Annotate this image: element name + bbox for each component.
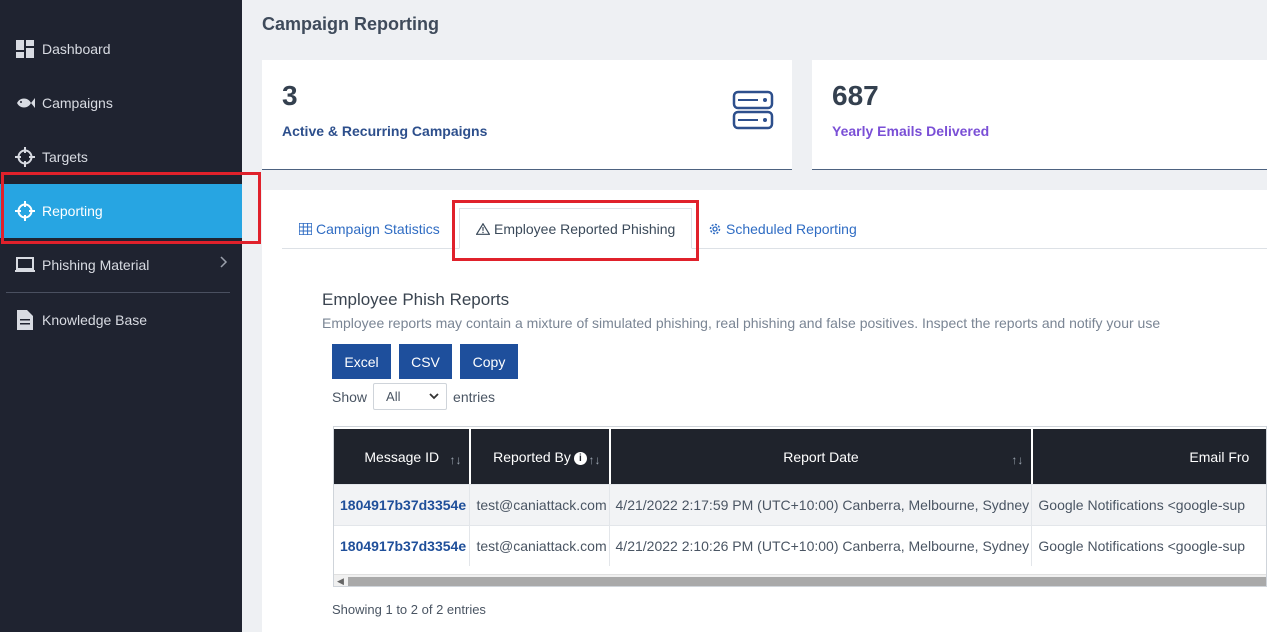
column-header-message-id[interactable]: Message ID ↑↓ (334, 427, 470, 484)
stat-value: 687 (832, 80, 879, 111)
section-title: Employee Phish Reports (322, 290, 510, 309)
email-from-cell: Google Notifications <google-sup (1031, 525, 1266, 566)
header-label: Email Fro (1189, 448, 1250, 465)
server-icon (732, 90, 774, 135)
table-row: 1804917b37d3354e test@caniattack.com 4/2… (334, 484, 1266, 525)
sidebar-item-reporting[interactable]: Reporting (0, 184, 242, 238)
entries-label: entries (453, 388, 496, 405)
header-label: Reported By (493, 448, 571, 465)
reporting-panel: Campaign Statistics Employee Reported Ph… (262, 190, 1267, 632)
sidebar-item-knowledge-base[interactable]: Knowledge Base (0, 293, 242, 347)
sidebar: Dashboard Campaigns Targets Reporting Ph… (0, 0, 242, 632)
csv-button[interactable]: CSV (399, 344, 452, 379)
section-description: Employee reports may contain a mixture o… (322, 315, 1161, 331)
tab-campaign-statistics[interactable]: Campaign Statistics (299, 208, 440, 249)
stat-label: Yearly Emails Delivered (832, 123, 990, 139)
table-info: Showing 1 to 2 of 2 entries (332, 602, 486, 617)
tab-label: Employee Reported Phishing (494, 220, 676, 237)
sidebar-item-label: Dashboard (42, 41, 111, 57)
sidebar-item-label: Targets (42, 149, 88, 165)
page-title: Campaign Reporting (262, 14, 440, 34)
scroll-left-arrow-icon[interactable]: ◀ (337, 576, 344, 586)
reported-by-cell: test@caniattack.com (469, 525, 609, 566)
header-label: Report Date (783, 448, 859, 465)
gear-icon (708, 222, 722, 236)
stat-card-campaigns: 3 Active & Recurring Campaigns (262, 60, 792, 170)
email-from-cell: Google Notifications <google-sup (1031, 484, 1266, 525)
sidebar-item-label: Campaigns (42, 95, 113, 111)
warning-icon (476, 222, 490, 235)
document-icon (14, 309, 36, 331)
report-date-cell: 4/21/2022 2:10:26 PM (UTC+10:00) Canberr… (608, 525, 1032, 566)
column-header-reported-by[interactable]: Reported By i ↑↓ (469, 427, 609, 484)
tab-bar: Campaign Statistics Employee Reported Ph… (282, 208, 1267, 249)
show-label: Show (332, 388, 368, 405)
sidebar-item-label: Reporting (42, 203, 103, 219)
copy-button[interactable]: Copy (460, 344, 518, 379)
sidebar-item-targets[interactable]: Targets (0, 130, 242, 184)
tab-scheduled-reporting[interactable]: Scheduled Reporting (708, 208, 857, 249)
laptop-icon (14, 254, 36, 276)
column-header-report-date[interactable]: Report Date ↑↓ (608, 427, 1032, 484)
table-icon (299, 222, 312, 235)
message-id-cell[interactable]: 1804917b37d3354e (334, 525, 470, 566)
crosshair-icon (14, 146, 36, 168)
message-id-cell[interactable]: 1804917b37d3354e (334, 484, 470, 525)
chevron-right-icon (220, 255, 228, 271)
excel-button[interactable]: Excel (332, 344, 391, 379)
fish-icon (14, 92, 36, 114)
show-entries: Show All entries (332, 383, 495, 410)
info-icon[interactable]: i (573, 451, 587, 465)
tab-label: Scheduled Reporting (726, 220, 857, 237)
crosshair-icon (14, 200, 36, 222)
sort-icon: ↑↓ (449, 453, 462, 467)
dashboard-icon (14, 38, 36, 60)
chevron-down-icon (428, 390, 440, 405)
table-row: 1804917b37d3354e test@caniattack.com 4/2… (334, 525, 1266, 566)
report-date-cell: 4/21/2022 2:17:59 PM (UTC+10:00) Canberr… (608, 484, 1032, 525)
scrollbar-thumb[interactable] (348, 577, 1266, 586)
sidebar-item-dashboard[interactable]: Dashboard (0, 22, 242, 76)
sidebar-item-campaigns[interactable]: Campaigns (0, 76, 242, 130)
sort-icon: ↑↓ (1011, 453, 1024, 467)
stat-label: Active & Recurring Campaigns (282, 123, 488, 139)
tab-label: Campaign Statistics (316, 220, 440, 237)
entries-select[interactable]: All (373, 383, 448, 410)
tab-employee-reported-phishing[interactable]: Employee Reported Phishing (459, 208, 693, 249)
stat-value: 3 (282, 80, 298, 111)
sidebar-item-label: Knowledge Base (42, 312, 148, 328)
horizontal-scrollbar[interactable]: ◀ (334, 574, 1266, 586)
sidebar-item-phishing-material[interactable]: Phishing Material (0, 238, 242, 292)
entries-select-value: All (386, 389, 401, 404)
reported-by-cell: test@caniattack.com (469, 484, 609, 525)
sidebar-item-label: Phishing Material (42, 257, 150, 273)
sort-icon: ↑↓ (588, 453, 601, 467)
stat-card-emails: 687 Yearly Emails Delivered (812, 60, 1267, 170)
reports-table: Message ID ↑↓ Reported By i ↑↓ Report Dat… (333, 426, 1267, 587)
header-label: Message ID (364, 448, 440, 465)
column-header-email-from[interactable]: Email Fro (1031, 427, 1266, 484)
